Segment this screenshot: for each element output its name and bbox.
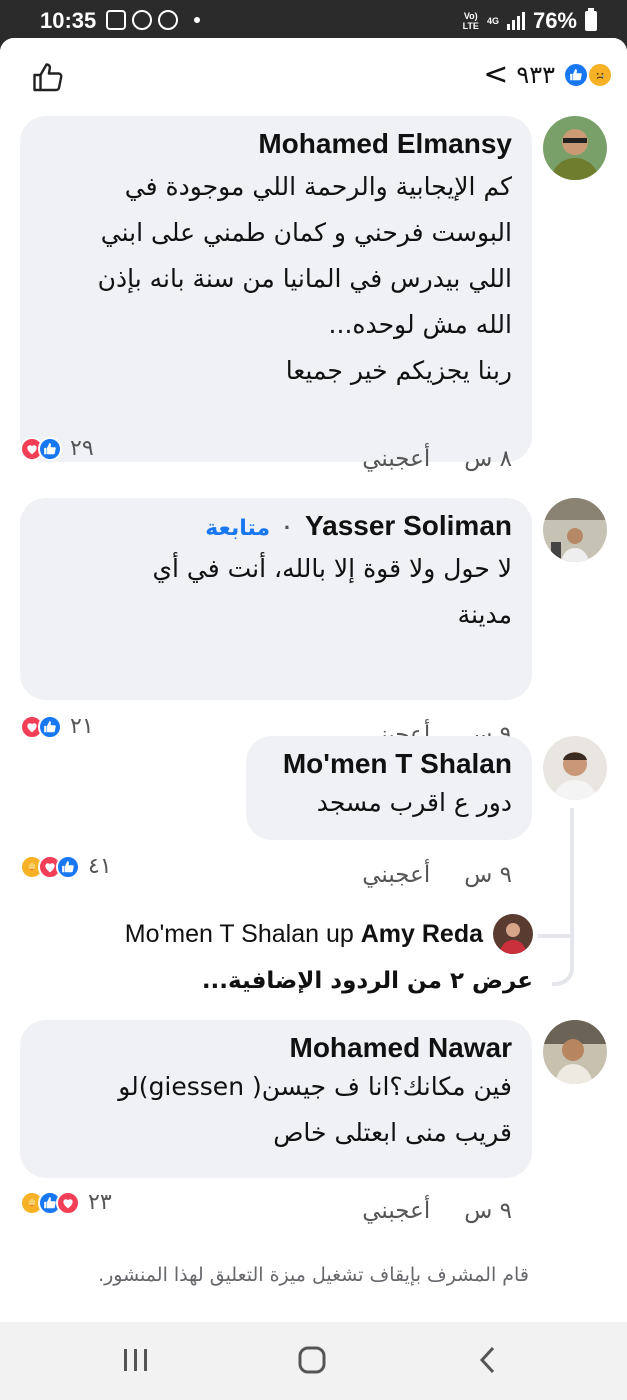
comment-line: اللي بيدرس في المانيا من سنة بانه بإذن <box>97 264 512 293</box>
like-reaction-icon <box>56 854 80 879</box>
comment-author[interactable]: Mohamed Elmansy <box>40 128 512 160</box>
reply-preview[interactable]: Mo'men T Shalan up Amy Reda <box>125 914 533 954</box>
comment-bubble: Mo'men T Shalan دور ع اقرب مسجد <box>246 736 532 840</box>
network-type: 4G <box>486 16 499 26</box>
comment-time: ٩ س <box>464 862 512 888</box>
reaction-count: ٤١ <box>88 854 112 879</box>
like-button[interactable]: أعجبني <box>362 862 430 888</box>
comment-line: مدينة <box>457 600 512 629</box>
reaction-count: ٢١ <box>70 714 94 739</box>
status-right: Vo) LTE 4G 76% <box>463 8 597 34</box>
view-more-replies[interactable]: عرض ٢ من الردود الإضافية... <box>202 968 533 994</box>
sad-reaction-icon <box>587 62 613 88</box>
status-time: 10:35 <box>40 8 97 33</box>
chevron-right-icon[interactable]: < <box>483 60 508 90</box>
reply-avatar[interactable] <box>493 914 533 954</box>
comments-sheet: < ٩٣٣ Mohamed Elmansy كم الإيجابية والرح… <box>0 38 627 1322</box>
comments-disabled-note: قام المشرف بإيقاف تشغيل ميزة التعليق لهذ… <box>98 1264 529 1286</box>
comment-line: لا حول ولا قوة إلا بالله، أنت في أي <box>152 554 512 583</box>
avatar[interactable] <box>543 116 607 180</box>
reaction-total: ٩٣٣ <box>516 61 555 89</box>
comment-line: البوست فرحني و كمان طمني على ابني <box>100 218 512 247</box>
comment-author[interactable]: Mohamed Nawar <box>40 1032 513 1064</box>
comment-line: الله مش لوحده... <box>328 310 512 339</box>
reaction-count: ٢٩ <box>70 436 94 461</box>
like-reaction-icon <box>563 62 589 88</box>
comment-bubble: Mohamed Elmansy كم الإيجابية والرحمة الل… <box>20 116 532 462</box>
love-reaction-icon <box>56 1190 80 1215</box>
like-button[interactable]: أعجبني <box>362 446 430 472</box>
comment-time: ٩ س <box>464 1198 512 1224</box>
gallery-notification-icon <box>106 10 126 30</box>
comment-bubble: Mohamed Nawar فين مكانك؟انا ف جيسن( gies… <box>20 1020 532 1178</box>
comment-line: كم الإيجابية والرحمة اللي موجودة في <box>124 172 512 201</box>
follow-link[interactable]: متابعة <box>205 516 270 541</box>
thread-connector <box>552 808 574 986</box>
battery-icon <box>585 8 597 31</box>
comment-author-row: متابعة · Yasser Soliman <box>40 510 512 542</box>
reaction-count: ٢٣ <box>88 1190 112 1215</box>
sheet-header: < ٩٣٣ <box>0 38 627 116</box>
avatar[interactable] <box>543 736 607 800</box>
reply-text: Mo'men T Shalan up Amy Reda <box>125 920 483 949</box>
comment-author[interactable]: Mo'men T Shalan <box>266 748 512 780</box>
reply-body: Mo'men T Shalan up <box>124 919 354 948</box>
comment-meta: ٩ س أعجبني <box>362 862 512 888</box>
battery-level: 76% <box>532 8 577 33</box>
separator: · <box>283 515 292 540</box>
reply-author[interactable]: Amy Reda <box>361 920 483 948</box>
avatar[interactable] <box>543 1020 607 1084</box>
signal-icon <box>506 12 525 30</box>
comment-line: قريب منى ابعتلى خاص <box>273 1118 512 1147</box>
home-button[interactable] <box>292 1340 332 1380</box>
comment-reactions[interactable]: ٤١ <box>20 854 112 879</box>
avatar[interactable] <box>543 498 607 562</box>
recent-apps-button[interactable] <box>116 1340 156 1380</box>
notification-icons <box>106 10 200 30</box>
comment-meta: ٩ س أعجبني <box>362 1198 512 1224</box>
volte-indicator: Vo) LTE <box>462 11 479 31</box>
comment-reactions[interactable]: ٢٣ <box>20 1190 112 1215</box>
comment-bubble: متابعة · Yasser Soliman لا حول ولا قوة إ… <box>20 498 532 700</box>
like-reaction-icon <box>38 436 62 461</box>
messenger-notification-icon <box>158 10 178 30</box>
comment-line: ربنا يجزيكم خير جميعا <box>285 356 512 385</box>
comment-line: دور ع اقرب مسجد <box>316 788 512 817</box>
system-nav-bar <box>0 1322 627 1400</box>
reaction-summary[interactable]: < ٩٣٣ <box>483 60 613 90</box>
more-notifications-icon <box>194 17 200 23</box>
comment-time: ٨ س <box>464 446 512 472</box>
comment-reactions[interactable]: ٢٩ <box>20 436 94 461</box>
like-button[interactable]: أعجبني <box>362 1198 430 1224</box>
comment-reactions[interactable]: ٢١ <box>20 714 94 739</box>
comment-author[interactable]: Yasser Soliman <box>305 510 512 541</box>
thread-branch <box>538 934 574 938</box>
whatsapp-notification-icon <box>132 10 152 30</box>
like-reaction-icon <box>38 714 62 739</box>
status-bar: 10:35 Vo) LTE 4G 76% <box>0 0 627 40</box>
back-button[interactable] <box>468 1340 508 1380</box>
like-outline-icon[interactable] <box>30 60 66 96</box>
comment-line: فين مكانك؟انا ف جيسن( giessen)لو <box>118 1072 512 1101</box>
comment-meta: ٨ س أعجبني <box>362 446 512 472</box>
